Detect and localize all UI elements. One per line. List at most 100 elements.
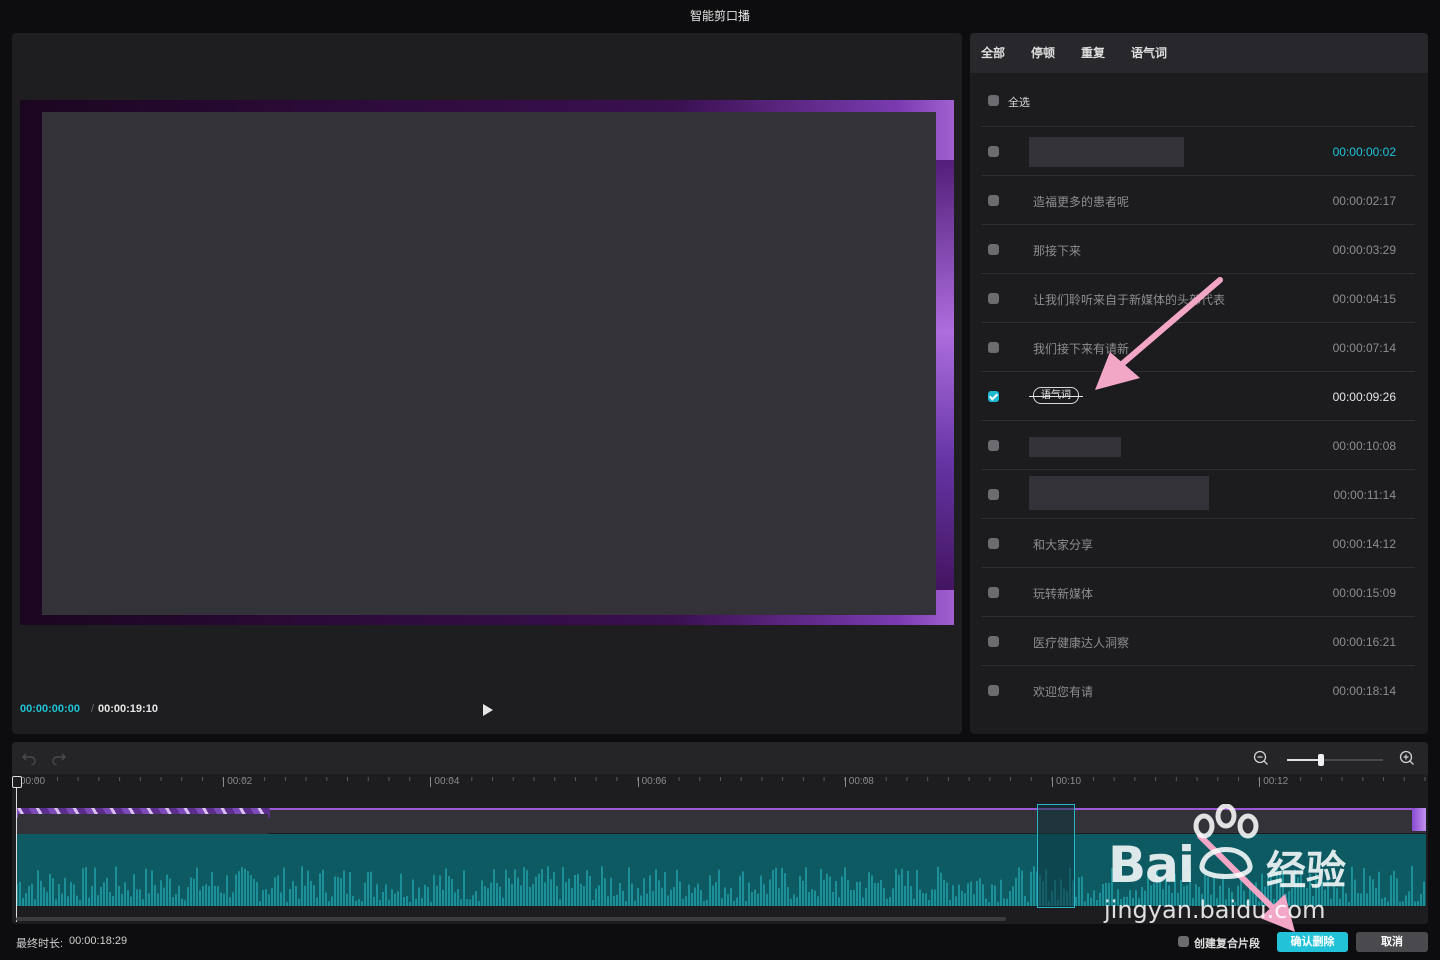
- row-checkbox[interactable]: [988, 538, 999, 549]
- row-text: 那接下来: [1033, 244, 1082, 258]
- waveform-bar: [208, 886, 210, 906]
- waveform-bar: [1114, 898, 1116, 906]
- undo-icon[interactable]: [22, 751, 36, 765]
- transcript-row[interactable]: 00:00:11:14: [981, 469, 1415, 518]
- waveform-bar: [592, 900, 594, 906]
- waveform-bar: [289, 889, 291, 906]
- waveform-bar: [133, 874, 135, 906]
- redo-icon[interactable]: [52, 751, 66, 765]
- waveform-bar: [751, 891, 753, 906]
- waveform-bar: [1162, 889, 1164, 906]
- waveform-bar: [343, 870, 345, 906]
- zoom-in-icon[interactable]: [1399, 750, 1415, 766]
- waveform-bar: [808, 892, 810, 906]
- waveform-bar: [1183, 886, 1185, 906]
- waveform-bar: [958, 884, 960, 906]
- waveform-bar: [97, 895, 99, 906]
- row-checkbox[interactable]: [988, 342, 999, 353]
- row-checkbox[interactable]: [988, 195, 999, 206]
- waveform-bar: [664, 872, 666, 906]
- zoom-slider[interactable]: [1287, 754, 1383, 766]
- waveform-bar: [1123, 896, 1125, 906]
- zoom-slider-handle[interactable]: [1317, 754, 1324, 766]
- video-preview: [20, 100, 954, 625]
- waveform-bar: [1138, 898, 1140, 906]
- waveform-bar: [1423, 881, 1425, 906]
- tab-pause[interactable]: 停顿: [1031, 33, 1055, 73]
- waveform-bar: [433, 874, 435, 906]
- row-checkbox[interactable]: [988, 293, 999, 304]
- transcript-row[interactable]: 00:00:10:08: [981, 420, 1415, 469]
- transcript-row[interactable]: 那接下来 00:00:03:29: [981, 224, 1415, 273]
- transcript-row[interactable]: 造福更多的患者呢 00:00:02:17: [981, 175, 1415, 224]
- waveform-bar: [730, 887, 732, 906]
- waveform-bar: [415, 898, 417, 906]
- select-all-checkbox[interactable]: [988, 95, 999, 106]
- waveform-bar: [1090, 897, 1092, 906]
- waveform-bar: [670, 889, 672, 906]
- tab-filler-words[interactable]: 语气词: [1131, 33, 1167, 73]
- waveform-bar: [814, 890, 816, 906]
- waveform-bar: [307, 870, 309, 906]
- waveform-bar: [961, 890, 963, 906]
- waveform-bar: [622, 890, 624, 906]
- waveform-bar: [283, 867, 285, 906]
- row-checkbox[interactable]: [988, 391, 999, 402]
- final-duration-value: 00:00:18:29: [69, 935, 128, 947]
- cancel-button[interactable]: 取消: [1356, 932, 1428, 952]
- waveform-bar: [424, 884, 426, 906]
- row-checkbox[interactable]: [988, 587, 999, 598]
- waveform-bar: [199, 890, 201, 906]
- create-compound-clip-checkbox[interactable]: [1178, 936, 1189, 947]
- row-checkbox[interactable]: [988, 244, 999, 255]
- waveform-bar: [484, 886, 486, 906]
- row-checkbox[interactable]: [988, 636, 999, 647]
- timeline-scrollbar[interactable]: [16, 917, 1006, 921]
- waveform-bar: [862, 897, 864, 906]
- waveform-bar: [295, 886, 297, 906]
- waveform-bar: [1165, 875, 1167, 906]
- waveform-bar: [160, 880, 162, 906]
- waveform-bar: [430, 901, 432, 906]
- waveform-bar: [847, 880, 849, 906]
- waveform-bar: [745, 900, 747, 906]
- row-checkbox[interactable]: [988, 685, 999, 696]
- transcript-row[interactable]: 欢迎您有请 00:00:18:14: [981, 665, 1415, 714]
- waveform-bar: [685, 896, 687, 906]
- play-icon[interactable]: [482, 703, 494, 717]
- waveform-bar: [658, 880, 660, 906]
- row-text-redacted: [1029, 437, 1121, 457]
- waveform-bar: [781, 867, 783, 906]
- playhead-handle[interactable]: [12, 776, 22, 788]
- tab-all[interactable]: 全部: [981, 33, 1005, 73]
- waveform-bar: [436, 885, 438, 906]
- waveform-bar: [760, 875, 762, 906]
- tab-repeat[interactable]: 重复: [1081, 33, 1105, 73]
- selected-segment-highlight[interactable]: [1037, 804, 1075, 908]
- time-ruler[interactable]: 00:00 00:02 00:04 00:06 00:08 00:10 00:12: [12, 774, 1428, 796]
- transcript-row[interactable]: 医疗健康达人洞察 00:00:16:21: [981, 616, 1415, 665]
- waveform-bar: [376, 884, 378, 906]
- row-checkbox[interactable]: [988, 440, 999, 451]
- waveform-bar: [757, 893, 759, 906]
- waveform-bar: [835, 880, 837, 906]
- waveform-bar: [919, 889, 921, 906]
- waveform-bar: [742, 871, 744, 906]
- waveform-bar: [820, 868, 822, 906]
- waveform-bar: [298, 898, 300, 906]
- waveform-bar: [982, 884, 984, 906]
- waveform-bar: [1078, 877, 1080, 906]
- transcript-row[interactable]: 00:00:00:02: [981, 126, 1415, 175]
- waveform-bar: [949, 900, 951, 906]
- zoom-out-icon[interactable]: [1253, 750, 1269, 766]
- waveform-bar: [94, 867, 96, 906]
- waveform-bar: [1144, 890, 1146, 906]
- waveform-bar: [868, 872, 870, 906]
- waveform-bar: [943, 879, 945, 906]
- transcript-row[interactable]: 和大家分享 00:00:14:12: [981, 518, 1415, 567]
- waveform-bar: [82, 868, 84, 906]
- transcript-row[interactable]: 玩转新媒体 00:00:15:09: [981, 567, 1415, 616]
- waveform-bar: [994, 885, 996, 906]
- row-checkbox[interactable]: [988, 489, 999, 500]
- row-checkbox[interactable]: [988, 146, 999, 157]
